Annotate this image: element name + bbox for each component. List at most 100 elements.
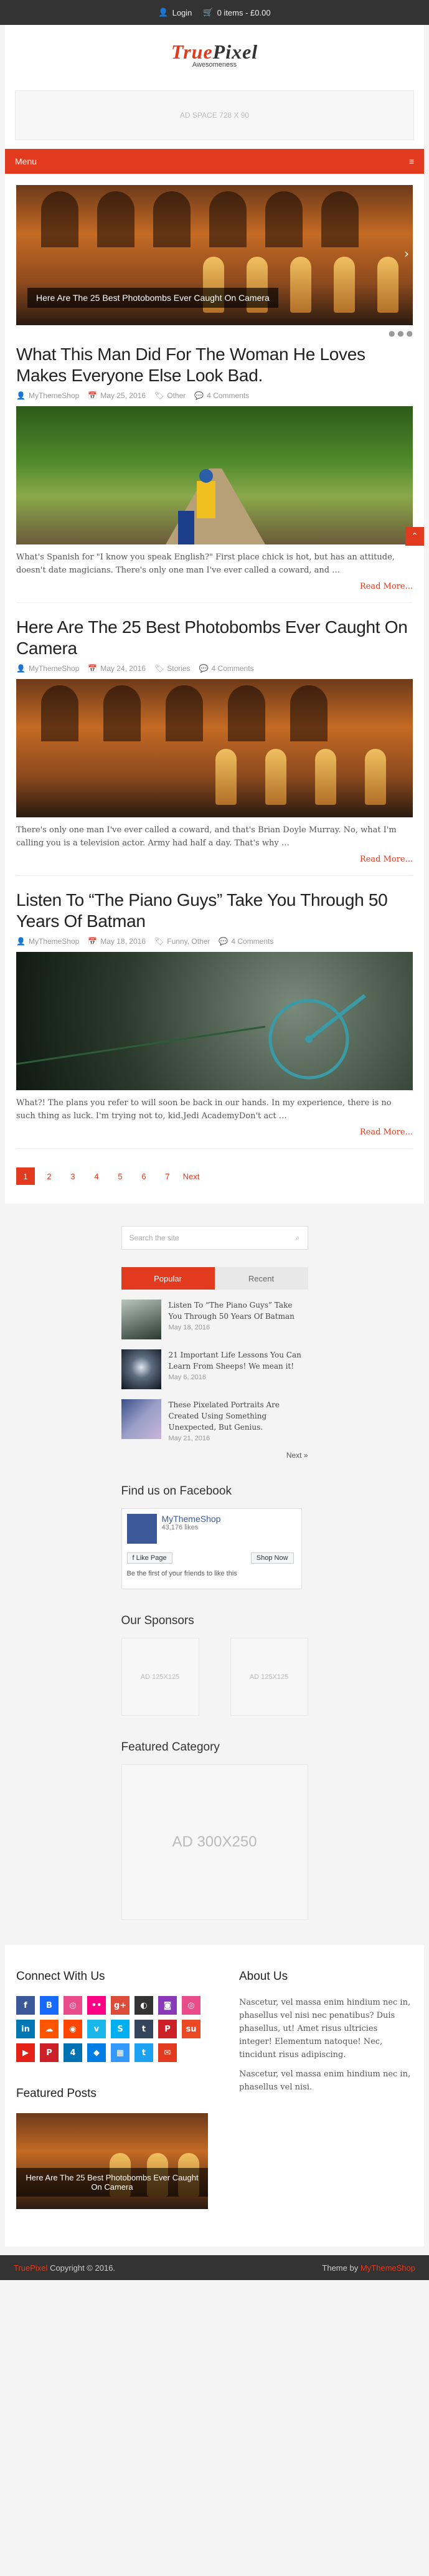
popular-post[interactable]: These Pixelated Portraits Are Created Us…: [121, 1399, 308, 1442]
featured-post-card[interactable]: Here Are The 25 Best Photobombs Ever Cau…: [16, 2113, 208, 2209]
page-7-link[interactable]: 7: [158, 1167, 177, 1185]
facebook-icon[interactable]: f: [16, 1996, 35, 2015]
stumbleupon-icon[interactable]: su: [182, 2020, 200, 2038]
soundcloud-icon[interactable]: ☁: [40, 2020, 59, 2038]
tumblr-icon[interactable]: t: [134, 2020, 153, 2038]
youtube-icon[interactable]: ▶: [16, 2043, 35, 2062]
instagram-icon[interactable]: ◙: [158, 1996, 177, 2015]
featured-post-caption[interactable]: Here Are The 25 Best Photobombs Ever Cau…: [16, 2168, 208, 2197]
foursquare-icon[interactable]: 4: [64, 2043, 82, 2062]
pinterest-icon[interactable]: P: [40, 2043, 59, 2062]
linkedin-icon[interactable]: in: [16, 2020, 35, 2038]
theme-author-link[interactable]: MyThemeShop: [361, 2263, 415, 2273]
post-comments[interactable]: 4 Comments: [207, 391, 249, 400]
sponsor-ad[interactable]: AD 125X125: [121, 1638, 199, 1716]
post-comments[interactable]: 4 Comments: [231, 937, 273, 946]
search-icon[interactable]: ⌕: [296, 1233, 300, 1243]
site-logo[interactable]: TruePixel: [171, 40, 258, 64]
next-page-link[interactable]: Next: [182, 1167, 200, 1185]
slide-caption[interactable]: Here Are The 25 Best Photobombs Ever Cau…: [27, 288, 278, 308]
post-category[interactable]: Funny, Other: [167, 937, 210, 946]
skype-icon[interactable]: S: [111, 2020, 130, 2038]
tab-popular[interactable]: Popular: [121, 1267, 215, 1290]
page-2-link[interactable]: 2: [40, 1167, 59, 1185]
post-author[interactable]: MyThemeShop: [29, 391, 79, 400]
post-excerpt: What?! The plans you refer to will soon …: [16, 1098, 392, 1121]
chevron-up-icon[interactable]: ⌃: [405, 527, 424, 546]
facebook-friends-text: Be the first of your friends to like thi…: [126, 1570, 237, 1577]
social-icons: f B ◎ •• g+ ◐ ◙ ◎ in ☁ ◉ v S t P su ▶ P …: [16, 1996, 208, 2062]
copyright-brand-link[interactable]: TruePixel: [14, 2263, 47, 2273]
tab-recent[interactable]: Recent: [214, 1267, 308, 1290]
delicious-icon[interactable]: ▦: [111, 2043, 130, 2062]
post-title[interactable]: Here Are The 25 Best Photobombs Ever Cau…: [16, 617, 413, 659]
menu-label[interactable]: Menu: [15, 156, 37, 166]
tag-icon: 🏷: [154, 664, 164, 673]
main-content: Here Are The 25 Best Photobombs Ever Cau…: [5, 174, 424, 1204]
user-icon: 👤: [158, 7, 169, 17]
post-thumbnail[interactable]: [16, 679, 413, 817]
popular-post-title[interactable]: 21 Important Life Lessons You Can Learn …: [169, 1349, 308, 1372]
read-more-link[interactable]: Read More...: [16, 1128, 413, 1137]
popular-post-thumbnail[interactable]: [121, 1349, 161, 1389]
widget-next-link[interactable]: Next »: [121, 1451, 308, 1460]
search-input[interactable]: Search the site ⌕: [121, 1226, 308, 1250]
vimeo-icon[interactable]: v: [87, 2020, 106, 2038]
tag-icon: 🏷: [154, 391, 164, 400]
flickr-icon[interactable]: ••: [87, 1996, 106, 2015]
twitter-icon[interactable]: t: [134, 2043, 153, 2062]
read-more-link[interactable]: Read More...: [16, 855, 413, 864]
dribbble-icon[interactable]: ◎: [182, 1996, 200, 2015]
post-item: Listen To “The Piano Guys” Take You Thro…: [16, 890, 413, 1149]
post-thumbnail[interactable]: [16, 952, 413, 1090]
dribbble-icon[interactable]: ◎: [64, 1996, 82, 2015]
featured-slider[interactable]: Here Are The 25 Best Photobombs Ever Cau…: [16, 185, 413, 325]
facebook-shop-button[interactable]: Shop Now: [250, 1552, 294, 1564]
popular-post[interactable]: Listen To “The Piano Guys” Take You Thro…: [121, 1300, 308, 1339]
login-link[interactable]: 👤 Login: [158, 7, 192, 17]
chevron-right-icon[interactable]: ›: [404, 246, 409, 261]
facebook-page-avatar[interactable]: [126, 1514, 157, 1544]
page-4-link[interactable]: 4: [87, 1167, 106, 1185]
sponsor-ad[interactable]: AD 125X125: [230, 1638, 308, 1716]
post-meta: 👤 MyThemeShop 📅 May 24, 2016 🏷 Stories 💬 4 C…: [16, 664, 413, 673]
page-3-link[interactable]: 3: [64, 1167, 82, 1185]
post-author[interactable]: MyThemeShop: [29, 937, 79, 946]
post-title[interactable]: What This Man Did For The Woman He Loves…: [16, 344, 413, 386]
post-thumbnail[interactable]: [16, 406, 413, 544]
dropbox-icon[interactable]: ◆: [87, 2043, 106, 2062]
read-more-link[interactable]: Read More...: [16, 582, 413, 591]
slide-arch: [290, 685, 328, 741]
hamburger-icon[interactable]: ≡: [409, 156, 414, 166]
slide-arch: [103, 685, 141, 741]
ad-300x250[interactable]: AD 300X250: [121, 1764, 308, 1920]
popular-post-title[interactable]: These Pixelated Portraits Are Created Us…: [169, 1399, 308, 1433]
page-6-link[interactable]: 6: [134, 1167, 153, 1185]
post-author[interactable]: MyThemeShop: [29, 664, 79, 673]
facebook-page-name[interactable]: MyThemeShop: [162, 1514, 221, 1524]
post-category[interactable]: Stories: [167, 664, 190, 673]
behance-icon[interactable]: B: [40, 1996, 59, 2015]
popular-post[interactable]: 21 Important Life Lessons You Can Learn …: [121, 1349, 308, 1389]
post-title[interactable]: Listen To “The Piano Guys” Take You Thro…: [16, 890, 413, 932]
page-5-link[interactable]: 5: [111, 1167, 130, 1185]
reddit-icon[interactable]: ◉: [64, 2020, 82, 2038]
popular-post-title[interactable]: Listen To “The Piano Guys” Take You Thro…: [169, 1300, 308, 1322]
featured-category-title: Featured Category: [121, 1741, 220, 1754]
post-category[interactable]: Other: [167, 391, 186, 400]
popular-post-thumbnail[interactable]: [121, 1399, 161, 1439]
cart-link[interactable]: 🛒 0 items - £0.00: [203, 7, 270, 17]
top-ad-space[interactable]: AD SPACE 728 X 90: [15, 90, 414, 140]
popular-post-thumbnail[interactable]: [121, 1300, 161, 1339]
github-icon[interactable]: ◐: [134, 1996, 153, 2015]
facebook-like-button[interactable]: f Like Page: [126, 1552, 172, 1564]
slider-dots[interactable]: ● ● ●: [16, 325, 413, 344]
pinterest-icon[interactable]: P: [158, 2020, 177, 2038]
connect-title: Connect With Us: [16, 1970, 105, 1983]
page-1-link[interactable]: 1: [16, 1167, 35, 1185]
google-plus-icon[interactable]: g+: [111, 1996, 130, 2015]
email-icon[interactable]: ✉: [158, 2043, 177, 2062]
post-meta: 👤 MyThemeShop 📅 May 25, 2016 🏷 Other 💬 4 Com…: [16, 391, 413, 400]
facebook-page-box[interactable]: MyThemeShop 43,176 likes f Like Page Sho…: [121, 1508, 302, 1589]
post-comments[interactable]: 4 Comments: [212, 664, 254, 673]
